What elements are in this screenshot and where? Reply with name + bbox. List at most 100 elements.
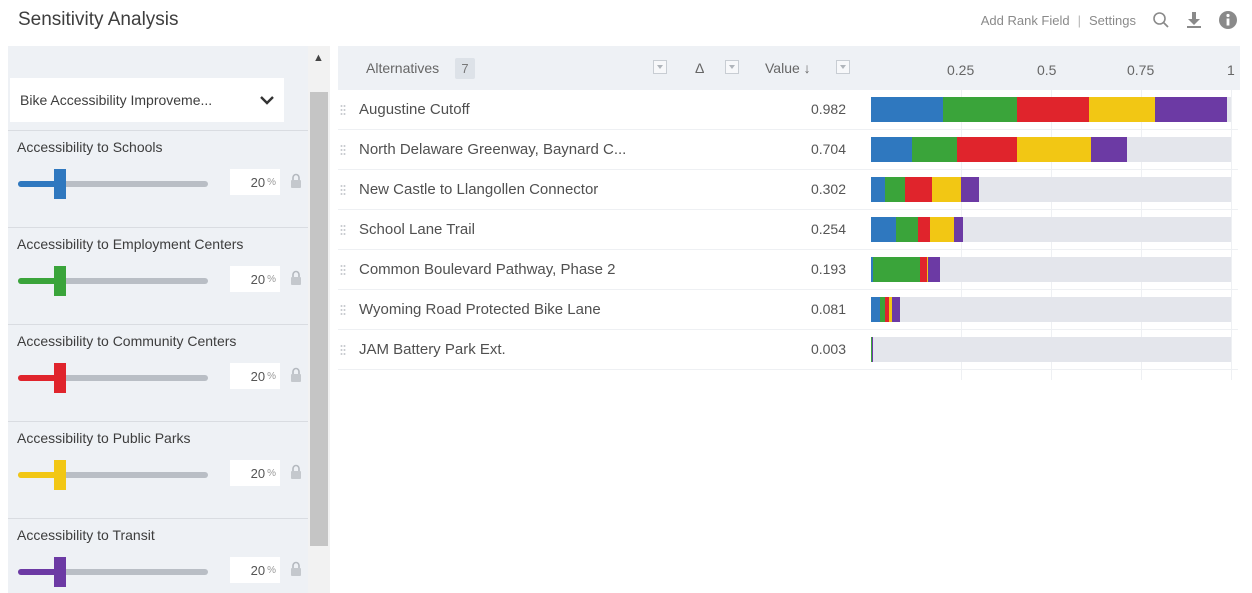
score-bar-background	[871, 257, 1231, 282]
score-bar-segment	[1155, 97, 1228, 122]
drag-handle-icon[interactable]	[340, 143, 346, 161]
score-bar-segment	[1016, 137, 1091, 162]
score-bar-segment	[961, 177, 979, 202]
axis-tick-label: 0.25	[947, 62, 975, 78]
criterion-label: Accessibility to Employment Centers	[17, 236, 244, 252]
weight-unit: %	[267, 564, 276, 576]
download-icon[interactable]	[1186, 11, 1202, 29]
lock-icon[interactable]	[290, 561, 302, 582]
weight-input[interactable]: 20%	[230, 557, 280, 583]
score-bar-background	[871, 177, 1231, 202]
weight-slider[interactable]	[18, 460, 208, 490]
objective-dropdown[interactable]: Bike Accessibility Improveme...	[10, 78, 284, 122]
alternative-value: 0.254	[810, 221, 846, 237]
score-bar-segment	[896, 217, 918, 242]
drag-handle-icon[interactable]	[340, 223, 346, 241]
score-bar-segment	[930, 217, 954, 242]
slider-thumb[interactable]	[54, 363, 66, 393]
score-bar-segment	[1090, 137, 1127, 162]
slider-fill	[18, 181, 56, 187]
empty-table-area	[338, 372, 1240, 572]
table-row[interactable]: North Delaware Greenway, Baynard C... 0.7…	[338, 130, 1238, 170]
weight-input[interactable]: 20%	[230, 169, 280, 195]
weight-unit: %	[267, 176, 276, 188]
weight-slider[interactable]	[18, 557, 208, 587]
score-bar-segment	[927, 257, 941, 282]
value-header-sorted[interactable]: Value ↓	[765, 60, 811, 76]
score-bar-segment	[957, 137, 1017, 162]
score-bar-segment	[871, 217, 897, 242]
drag-handle-icon[interactable]	[340, 263, 346, 281]
score-bar-segment	[891, 297, 901, 322]
slider-thumb[interactable]	[54, 557, 66, 587]
lock-icon[interactable]	[290, 464, 302, 485]
table-row[interactable]: Augustine Cutoff 0.982	[338, 90, 1238, 130]
alternative-name: JAM Battery Park Ext.	[359, 341, 506, 358]
alternatives-filter-button[interactable]	[653, 60, 667, 74]
score-bar-background	[871, 337, 1231, 362]
slider-thumb[interactable]	[54, 460, 66, 490]
score-bar-segment	[885, 177, 906, 202]
search-icon[interactable]	[1152, 11, 1170, 29]
alternative-name: School Lane Trail	[359, 221, 475, 238]
table-row[interactable]: New Castle to Llangollen Connector 0.302	[338, 170, 1238, 210]
table-row[interactable]: Wyoming Road Protected Bike Lane 0.081	[338, 290, 1238, 330]
score-bar-segment	[953, 217, 963, 242]
criterion-label: Accessibility to Community Centers	[17, 333, 237, 349]
lock-icon[interactable]	[290, 173, 302, 194]
lock-icon[interactable]	[290, 270, 302, 291]
lock-icon[interactable]	[290, 367, 302, 388]
drag-handle-icon[interactable]	[340, 103, 346, 121]
score-bar-segment	[917, 217, 931, 242]
alternative-name: Wyoming Road Protected Bike Lane	[359, 301, 601, 318]
alternative-value: 0.003	[810, 341, 846, 357]
criterion-label: Accessibility to Schools	[17, 139, 163, 155]
scrollbar-thumb[interactable]	[310, 92, 328, 546]
weight-slider[interactable]	[18, 266, 208, 296]
settings-link[interactable]: Settings	[1089, 13, 1136, 28]
weight-input[interactable]: 20%	[230, 363, 280, 389]
alternative-name: Augustine Cutoff	[359, 101, 470, 118]
slider-thumb[interactable]	[54, 169, 66, 199]
score-bar-segment	[871, 97, 943, 122]
alternative-value: 0.302	[810, 181, 846, 197]
delta-filter-button[interactable]	[725, 60, 739, 74]
weight-value: 20	[250, 465, 266, 481]
sidebar-scrollbar[interactable]: ▲	[308, 46, 330, 593]
score-bar-segment	[1016, 97, 1089, 122]
value-filter-button[interactable]	[836, 60, 850, 74]
alternative-name: Common Boulevard Pathway, Phase 2	[359, 261, 616, 278]
table-row[interactable]: JAM Battery Park Ext. 0.003	[338, 330, 1238, 370]
alternatives-header[interactable]: Alternatives	[366, 60, 439, 76]
score-bar-segment	[871, 337, 874, 362]
score-bar-segment	[871, 177, 886, 202]
weight-value: 20	[250, 368, 266, 384]
info-icon[interactable]	[1218, 10, 1238, 30]
weight-slider[interactable]	[18, 363, 208, 393]
alternative-name: North Delaware Greenway, Baynard C...	[359, 141, 627, 158]
weight-input[interactable]: 20%	[230, 460, 280, 486]
alternative-value: 0.193	[810, 261, 846, 277]
criterion-item: Accessibility to Employment Centers 20%	[8, 227, 308, 324]
score-bar-segment	[912, 137, 958, 162]
score-bar-background	[871, 217, 1231, 242]
score-bar-segment	[932, 177, 961, 202]
delta-header[interactable]: Δ	[695, 60, 704, 76]
criterion-label: Accessibility to Transit	[17, 527, 155, 543]
table-row[interactable]: School Lane Trail 0.254	[338, 210, 1238, 250]
slider-fill	[18, 375, 56, 381]
drag-handle-icon[interactable]	[340, 183, 346, 201]
weight-unit: %	[267, 273, 276, 285]
add-rank-field-link[interactable]: Add Rank Field	[981, 13, 1070, 28]
slider-thumb[interactable]	[54, 266, 66, 296]
slider-fill	[18, 569, 56, 575]
weight-input[interactable]: 20%	[230, 266, 280, 292]
axis-tick-label: 0.75	[1127, 62, 1155, 78]
weight-slider[interactable]	[18, 169, 208, 199]
scroll-up-arrow-icon[interactable]: ▲	[313, 52, 324, 64]
table-row[interactable]: Common Boulevard Pathway, Phase 2 0.193	[338, 250, 1238, 290]
score-bar-segment	[1088, 97, 1156, 122]
drag-handle-icon[interactable]	[340, 343, 346, 361]
drag-handle-icon[interactable]	[340, 303, 346, 321]
header-separator: |	[1077, 12, 1082, 28]
